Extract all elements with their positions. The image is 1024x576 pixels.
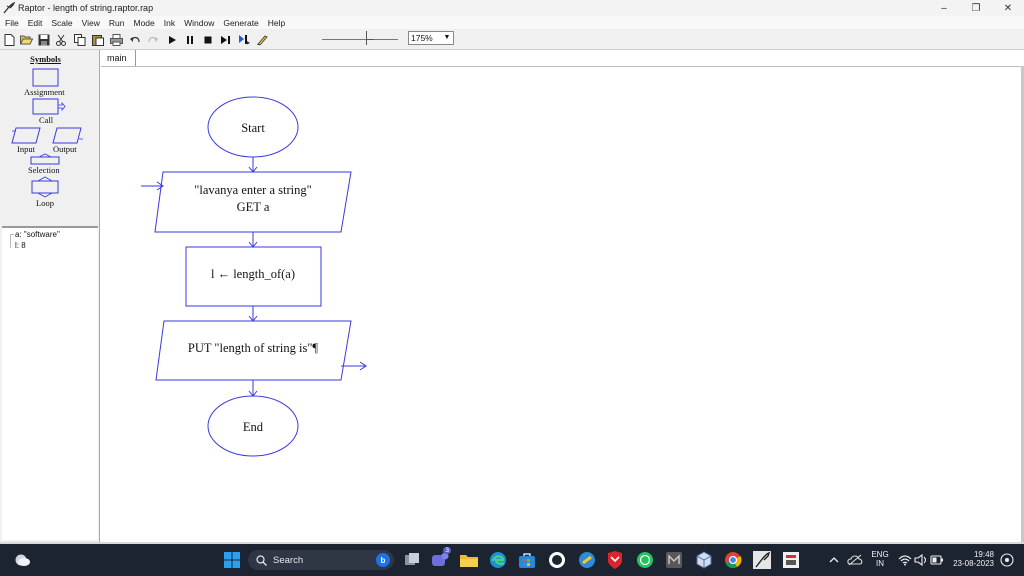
minimize-button[interactable]: – [928, 0, 960, 16]
input-label: Input [17, 144, 35, 154]
start-text: Start [241, 121, 265, 135]
undo-icon[interactable] [127, 32, 142, 47]
play-icon[interactable] [164, 32, 179, 47]
selection-symbol[interactable] [30, 156, 60, 165]
python-icon[interactable] [577, 550, 597, 570]
github-icon[interactable] [547, 550, 567, 570]
teams-badge: 3 [443, 547, 451, 554]
search-icon [256, 554, 267, 566]
clock-date: 23-08-2023 [953, 559, 994, 568]
redo-icon[interactable] [145, 32, 160, 47]
input-symbol[interactable] [11, 127, 41, 144]
chrome-icon[interactable] [723, 550, 743, 570]
raptor-app-icon [2, 1, 16, 15]
new-file-icon[interactable] [2, 32, 17, 47]
step-icon[interactable] [218, 32, 233, 47]
paste-icon[interactable] [90, 32, 105, 47]
tab-main[interactable]: main [102, 50, 136, 66]
assignment-label: Assignment [24, 87, 65, 97]
taskbar: Search b 3 ENG IN 19:48 23-08-2023 [0, 544, 1024, 576]
microsoft-store-icon[interactable] [517, 550, 537, 570]
active-app-icon[interactable] [781, 550, 801, 570]
search-placeholder: Search [273, 554, 304, 566]
menu-scale[interactable]: Scale [46, 18, 76, 28]
clock-time: 19:48 [973, 550, 994, 559]
input-get-text: GET a [237, 200, 270, 214]
menu-run[interactable]: Run [104, 18, 129, 28]
watch-var-l: l: 8 [15, 241, 26, 250]
virtualbox-icon[interactable] [694, 550, 714, 570]
left-panel: Symbols Assignment Call Input Output Sel… [0, 50, 100, 542]
menu-window[interactable]: Window [179, 18, 218, 28]
flowchart: Start "lavanya enter a string" GET a l ←… [141, 96, 367, 457]
symbols-palette: Symbols Assignment Call Input Output Sel… [2, 52, 98, 224]
call-symbol[interactable] [32, 98, 59, 115]
zoom-select[interactable]: 175% ▼ [408, 31, 454, 45]
zoom-slider-track[interactable] [322, 39, 398, 40]
menu-file[interactable]: File [0, 18, 23, 28]
language-indicator[interactable]: ENG IN [867, 550, 893, 568]
raptor-taskbar-icon[interactable] [752, 550, 772, 570]
watch-window: a: "software" l: 8 [2, 226, 98, 540]
menu-view[interactable]: View [77, 18, 104, 28]
windows-start-icon[interactable] [222, 550, 242, 570]
edge-icon[interactable] [488, 550, 508, 570]
pen-icon[interactable] [254, 32, 269, 47]
weather-icon[interactable] [12, 550, 32, 570]
selection-label: Selection [28, 165, 60, 175]
teams-chat-icon[interactable]: 3 [430, 547, 451, 570]
chevron-down-icon[interactable]: ▼ [442, 33, 452, 43]
gmail-m-icon[interactable] [664, 550, 684, 570]
call-label: Call [39, 115, 54, 125]
copy-icon[interactable] [72, 32, 87, 47]
close-button[interactable]: ✕ [992, 0, 1024, 16]
zoom-slider-thumb[interactable] [366, 31, 369, 45]
zoom-slider-thumb-foot [366, 39, 374, 40]
flowchart-canvas[interactable]: Start "lavanya enter a string" GET a l ←… [101, 66, 1021, 542]
watch-var-a: a: "software" [15, 230, 60, 239]
restore-button[interactable]: ❐ [960, 0, 992, 16]
window-title: Raptor - length of string.raptor.rap [18, 3, 154, 13]
region-text: IN [876, 559, 884, 568]
output-symbol[interactable] [52, 127, 82, 144]
onedrive-icon[interactable] [845, 550, 865, 570]
stop-icon[interactable] [200, 32, 215, 47]
loop-label: Loop [36, 198, 54, 208]
mcafee-icon[interactable] [605, 550, 625, 570]
menu-ink[interactable]: Ink [159, 18, 179, 28]
watch-tree-line [10, 234, 14, 248]
pause-icon[interactable] [182, 32, 197, 47]
title-bar: Raptor - length of string.raptor.rap – ❐… [0, 0, 1024, 16]
bing-icon[interactable]: b [376, 553, 390, 567]
zoom-value: 175% [411, 33, 433, 43]
output-text: PUT "length of string is"¶ [188, 341, 319, 355]
open-folder-icon[interactable] [19, 32, 34, 47]
whatsapp-icon[interactable] [635, 550, 655, 570]
task-view-icon[interactable] [402, 550, 422, 570]
file-explorer-icon[interactable] [459, 550, 479, 570]
notification-icon[interactable] [997, 550, 1017, 570]
menu-help[interactable]: Help [263, 18, 289, 28]
toolbar [0, 29, 1024, 50]
assignment-symbol[interactable] [32, 68, 59, 87]
menu-mode[interactable]: Mode [129, 18, 159, 28]
taskbar-search[interactable]: Search b [248, 550, 394, 570]
save-icon[interactable] [36, 32, 51, 47]
menu-generate[interactable]: Generate [218, 18, 262, 28]
clock[interactable]: 19:48 23-08-2023 [948, 550, 994, 568]
chevron-up-icon[interactable] [824, 550, 844, 570]
loop-symbol[interactable] [31, 180, 59, 194]
output-label: Output [53, 144, 77, 154]
language-text: ENG [871, 550, 889, 559]
end-text: End [243, 420, 264, 434]
menu-bar: File Edit Scale View Run Mode Ink Window… [0, 16, 1024, 29]
cut-icon[interactable] [53, 32, 68, 47]
step-into-icon[interactable] [236, 32, 251, 47]
print-icon[interactable] [109, 32, 124, 47]
menu-edit[interactable]: Edit [23, 18, 47, 28]
assignment-text: l ← length_of(a) [211, 267, 295, 281]
battery-icon[interactable] [927, 550, 947, 570]
input-prompt-text: "lavanya enter a string" [194, 183, 311, 197]
